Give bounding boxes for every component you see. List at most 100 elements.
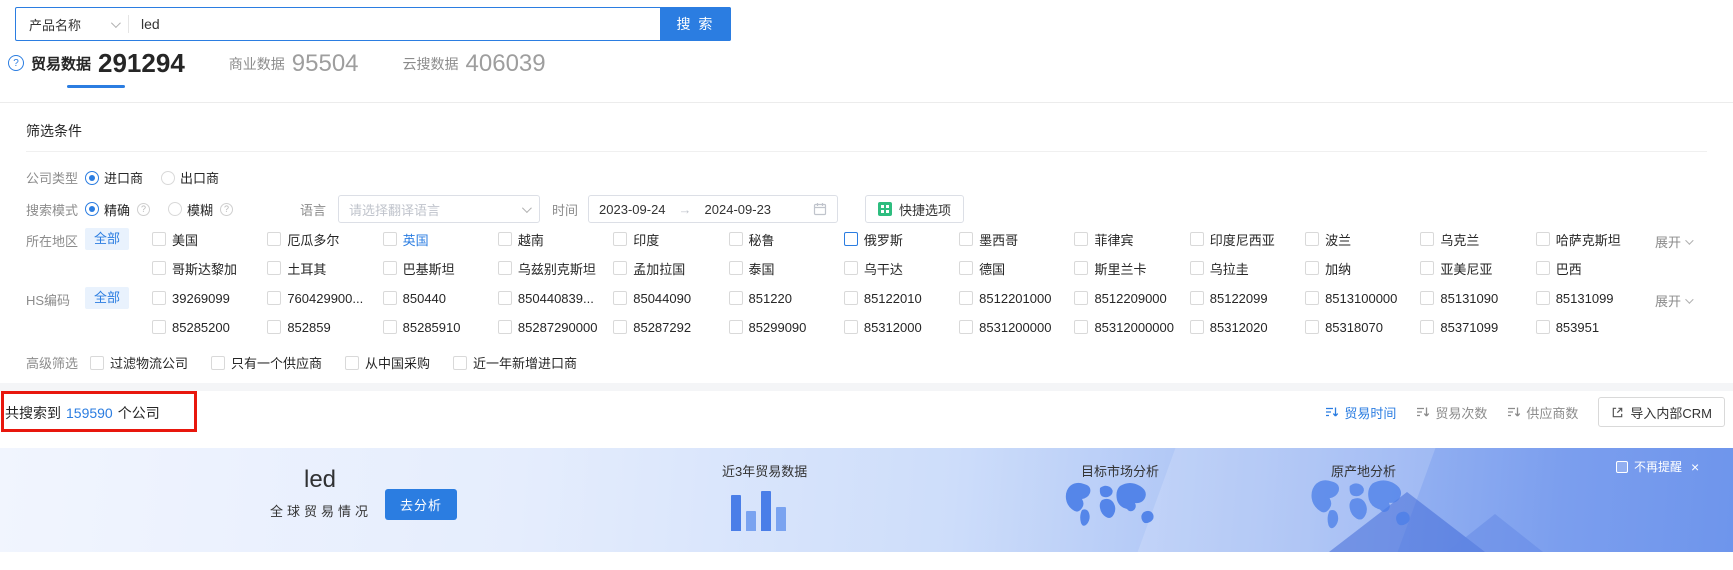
hs-checkbox-item[interactable]: 85312000 — [843, 320, 955, 335]
import-crm-button[interactable]: 导入内部CRM — [1598, 397, 1725, 427]
company-type-row: 公司类型 进口商 ? 出口商 ? — [26, 168, 1707, 187]
hs-all-chip[interactable]: 全部 — [85, 287, 130, 309]
language-select[interactable]: 请选择翻译语言 — [338, 195, 541, 223]
country-checkbox-item[interactable]: 印度尼西亚 — [1189, 230, 1301, 249]
checkbox — [728, 261, 743, 275]
active-tab-underline — [67, 85, 126, 88]
country-checkbox-item[interactable]: 哥斯达黎加 — [152, 259, 263, 278]
country-checkbox-item[interactable]: 孟加拉国 — [613, 259, 724, 278]
country-checkbox-item[interactable]: 乌克兰 — [1420, 230, 1531, 249]
region-expand-toggle[interactable]: 展开 — [1655, 232, 1707, 251]
sort-option[interactable]: 贸易次数 — [1416, 403, 1487, 422]
country-checkbox-item[interactable]: 厄瓜多尔 — [267, 230, 378, 249]
region-all-chip[interactable]: 全部 — [85, 228, 130, 250]
hs-checkbox-item[interactable]: 85371099 — [1420, 320, 1531, 335]
data-source-tab[interactable]: ? 贸易数据 291294 — [8, 50, 185, 88]
hs-code-label: 85122099 — [1209, 290, 1268, 306]
hs-checkbox-item[interactable]: 8512201000 — [959, 291, 1070, 306]
hs-checkbox-item[interactable]: 85318070 — [1305, 320, 1416, 335]
sort-option[interactable]: 贸易时间 — [1325, 403, 1396, 422]
country-checkbox-item[interactable]: 印度 — [613, 230, 724, 249]
hs-checkbox-item[interactable]: 85044090 — [613, 291, 724, 306]
advanced-checkbox-item[interactable]: 近一年新增进口商 — [453, 353, 577, 372]
country-checkbox-item[interactable]: 墨西哥 — [959, 230, 1070, 249]
import-crm-label: 导入内部CRM — [1630, 405, 1712, 421]
country-checkbox-item[interactable]: 巴西 — [1535, 259, 1647, 278]
advanced-checkbox-item[interactable]: 过滤物流公司 — [90, 353, 188, 372]
hs-checkbox-item[interactable]: 85299090 — [728, 320, 840, 335]
dismiss-banner-control[interactable]: 不再提醒 × — [1616, 458, 1699, 475]
country-checkbox-item[interactable]: 亚美尼亚 — [1420, 259, 1531, 278]
hs-checkbox-item[interactable]: 85122099 — [1189, 290, 1301, 306]
country-checkbox-item[interactable]: 乌兹别克斯坦 — [497, 259, 609, 278]
hs-checkbox-item[interactable]: 85287292 — [613, 320, 724, 335]
chevron-down-icon — [110, 17, 121, 28]
hs-checkbox-item[interactable]: 8512209000 — [1074, 291, 1185, 306]
search-button[interactable]: 搜 索 — [660, 7, 731, 41]
data-source-tab[interactable]: ? 商业数据 95504 — [229, 52, 359, 88]
dismiss-checkbox[interactable] — [1616, 460, 1628, 473]
sort-icon — [1508, 407, 1521, 417]
hs-checkbox-item[interactable]: 85287290000 — [497, 320, 609, 335]
hs-checkbox-item[interactable]: 85131090 — [1420, 291, 1531, 306]
hs-checkbox-item[interactable]: 85285200 — [152, 320, 263, 335]
hs-checkbox-item[interactable]: 39269099 — [152, 291, 263, 306]
analyze-button[interactable]: 去分析 — [385, 489, 458, 520]
hs-checkbox-item[interactable]: 85312020 — [1189, 320, 1301, 335]
country-label: 哥斯达黎加 — [172, 261, 238, 277]
checkbox — [152, 291, 167, 305]
country-checkbox-item[interactable]: 泰国 — [728, 259, 840, 278]
result-count-value[interactable]: 159590 — [66, 405, 113, 421]
country-checkbox-item[interactable]: 土耳其 — [267, 259, 378, 278]
country-checkbox-item[interactable]: 乌干达 — [843, 259, 955, 278]
country-checkbox-item[interactable]: 俄罗斯 — [843, 230, 955, 249]
country-label: 孟加拉国 — [633, 261, 686, 277]
checkbox — [211, 355, 226, 370]
country-checkbox-item[interactable]: 菲律宾 — [1074, 230, 1185, 249]
hs-checkbox-item[interactable]: 850440 — [382, 291, 494, 306]
country-checkbox-item[interactable]: 美国 — [152, 230, 263, 249]
country-checkbox-item[interactable]: 乌拉圭 — [1189, 259, 1301, 278]
country-checkbox-item[interactable]: 英国 — [382, 230, 494, 249]
radio-option[interactable]: 模糊 ? — [168, 200, 234, 219]
sort-option[interactable]: 供应商数 — [1507, 403, 1578, 422]
hs-checkbox-item[interactable]: 85122010 — [843, 291, 955, 306]
radio-option[interactable]: 精确 ? — [85, 200, 151, 219]
data-source-tab[interactable]: ? 云搜数据 406039 — [403, 52, 546, 88]
advanced-options: 过滤物流公司 只有一个供应商 从中国采购 近一年新增进口商 — [90, 353, 577, 372]
country-checkbox-item[interactable]: 加纳 — [1305, 259, 1416, 278]
hs-checkbox-item[interactable]: 760429900... — [267, 291, 378, 306]
close-icon[interactable]: × — [1691, 460, 1699, 474]
search-input[interactable] — [129, 8, 660, 40]
advanced-checkbox-item[interactable]: 从中国采购 — [345, 353, 430, 372]
calendar-icon — [813, 203, 827, 216]
country-checkbox-item[interactable]: 德国 — [959, 259, 1070, 278]
country-checkbox-item[interactable]: 斯里兰卡 — [1074, 259, 1185, 278]
country-checkbox-item[interactable]: 巴基斯坦 — [382, 259, 494, 278]
country-label: 乌兹别克斯坦 — [517, 261, 596, 277]
hs-checkbox-item[interactable]: 8531200000 — [959, 320, 1070, 335]
hs-checkbox-item[interactable]: 851220 — [728, 291, 840, 306]
country-checkbox-item[interactable]: 越南 — [497, 230, 609, 249]
quick-options-button[interactable]: 快捷选项 — [865, 195, 965, 223]
hs-checkbox-item[interactable]: 850440839... — [497, 291, 609, 306]
country-checkbox-item[interactable]: 哈萨克斯坦 — [1535, 230, 1647, 249]
hs-checkbox-item[interactable]: 852859 — [267, 320, 378, 335]
checkbox — [345, 355, 360, 370]
hs-checkbox-item[interactable]: 853951 — [1535, 320, 1647, 335]
checkbox — [1189, 320, 1204, 334]
date-range-picker[interactable]: 2023-09-24 → 2024-09-23 — [588, 195, 839, 223]
advanced-checkbox-item[interactable]: 只有一个供应商 — [211, 353, 322, 372]
country-checkbox-item[interactable]: 秘鲁 — [728, 230, 840, 249]
country-checkbox-item[interactable]: 波兰 — [1305, 230, 1416, 249]
hs-checkbox-item[interactable]: 8513100000 — [1305, 291, 1416, 306]
hs-expand-toggle[interactable]: 展开 — [1655, 291, 1707, 310]
radio-option[interactable]: 进口商 ? — [85, 168, 143, 187]
hs-checkbox-item[interactable]: 85131099 — [1535, 291, 1647, 306]
hs-checkbox-item[interactable]: 85285910 — [382, 320, 494, 335]
hs-checkbox-item[interactable]: 85312000000 — [1074, 320, 1185, 335]
checkbox — [1189, 232, 1204, 246]
checkbox — [959, 232, 974, 246]
search-type-select[interactable]: 产品名称 — [16, 8, 128, 40]
radio-option[interactable]: 出口商 ? — [161, 168, 219, 187]
